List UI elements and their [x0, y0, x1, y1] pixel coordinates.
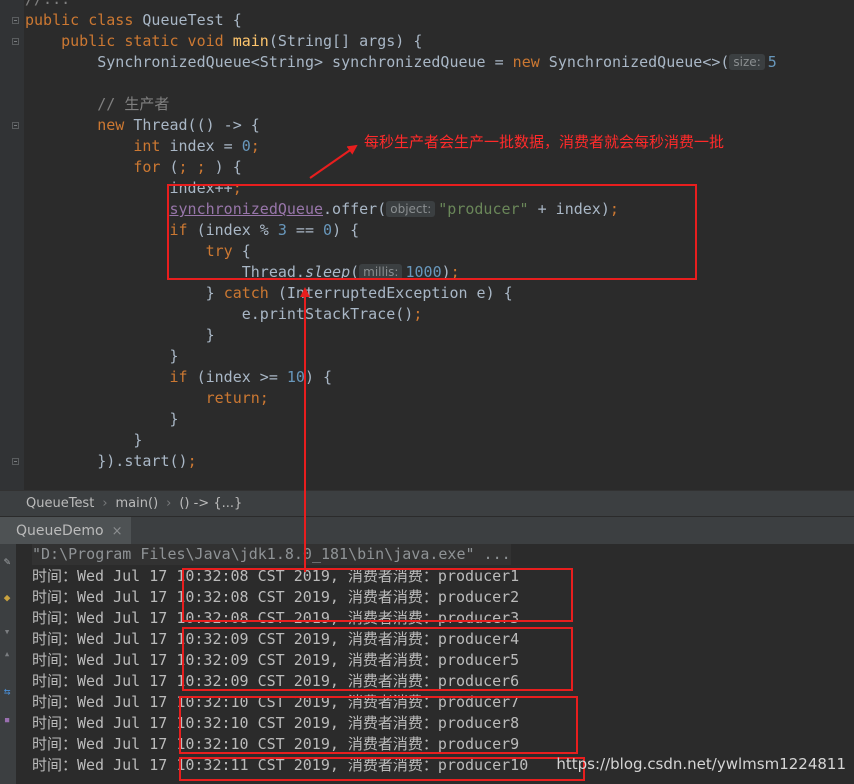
code-token: int: [25, 137, 170, 155]
console-toolbar: ✎ ◆ ▾ ▴ ⇆ ▪: [0, 544, 16, 784]
code-token: }).start(): [25, 452, 188, 470]
code-token: return;: [25, 389, 269, 407]
code-highlight-box: [167, 184, 697, 280]
console-output-line: 时间：Wed Jul 17 10:32:10 CST 2019, 消费者消费：p…: [32, 735, 520, 753]
code-token: 0: [241, 137, 251, 155]
breadcrumb-item-lambda[interactable]: () -> {...}: [179, 496, 242, 511]
fold-icon[interactable]: [12, 122, 19, 129]
console-output-line: 时间：Wed Jul 17 10:32:11 CST 2019, 消费者消费：p…: [32, 756, 529, 774]
fold-icon[interactable]: [12, 17, 19, 24]
settings-icon[interactable]: ◆: [0, 592, 14, 604]
code-token: QueueTest {: [142, 11, 242, 29]
tab-run-queuedemo[interactable]: QueueDemo ×: [0, 517, 131, 545]
console-output-line: 时间：Wed Jul 17 10:32:08 CST 2019, 消费者消费：p…: [32, 609, 520, 627]
code-token: new: [512, 53, 549, 71]
code-token: ; ;: [178, 158, 215, 176]
code-token: 10: [286, 368, 305, 386]
code-token: for: [25, 158, 170, 176]
code-token: }: [25, 431, 143, 449]
code-token: index =: [169, 137, 242, 155]
code-token: ;: [413, 305, 423, 323]
code-token: ;: [250, 137, 260, 155]
code-token: // 生产者: [25, 95, 170, 113]
code-line[interactable]: //...: [25, 0, 70, 10]
code-line[interactable]: // 生产者: [25, 94, 169, 115]
code-token: ) {: [304, 368, 333, 386]
chevron-right-icon: ›: [102, 496, 108, 511]
scroll-down-icon[interactable]: ▾: [0, 626, 14, 638]
code-line[interactable]: }: [25, 430, 142, 451]
console-command-line: "D:\Program Files\Java\jdk1.8.0_181\bin\…: [32, 544, 511, 565]
code-token: if: [25, 368, 197, 386]
up-icon[interactable]: ▴: [0, 648, 14, 660]
console-output-line: 时间：Wed Jul 17 10:32:09 CST 2019, 消费者消费：p…: [32, 651, 520, 669]
parameter-hint: size:: [729, 54, 765, 70]
code-token: public class: [25, 11, 143, 29]
code-line[interactable]: public class QueueTest {: [25, 10, 242, 31]
fold-icon[interactable]: [12, 458, 19, 465]
code-token: //...: [25, 0, 70, 8]
pin-icon[interactable]: ▪: [0, 714, 14, 726]
chevron-right-icon: ›: [166, 496, 172, 511]
code-line[interactable]: public static void main(String[] args) {: [25, 31, 422, 52]
console-output-line: 时间：Wed Jul 17 10:32:08 CST 2019, 消费者消费：p…: [32, 588, 520, 606]
code-token: 5: [767, 53, 777, 71]
code-line[interactable]: }).start();: [25, 451, 197, 472]
close-icon[interactable]: ×: [112, 524, 123, 539]
code-line[interactable]: }: [25, 409, 179, 430]
code-token: }: [25, 284, 224, 302]
console-output-line: 时间：Wed Jul 17 10:32:10 CST 2019, 消费者消费：p…: [32, 714, 520, 732]
code-line[interactable]: for (; ; ) {: [25, 157, 242, 178]
breadcrumb-item-class[interactable]: QueueTest: [26, 496, 94, 511]
editor-gutter: [0, 0, 24, 490]
code-line[interactable]: } catch (InterruptedException e) {: [25, 283, 513, 304]
console-output-line: 时间：Wed Jul 17 10:32:10 CST 2019, 消费者消费：p…: [32, 693, 520, 711]
code-line[interactable]: return;: [25, 388, 269, 409]
code-token: catch: [223, 284, 278, 302]
code-token: SynchronizedQueue<String> synchronizedQu…: [25, 53, 513, 71]
code-token: (InterruptedException e) {: [277, 284, 513, 302]
code-line[interactable]: SynchronizedQueue<String> synchronizedQu…: [25, 52, 777, 73]
console-output[interactable]: "D:\Program Files\Java\jdk1.8.0_181\bin\…: [16, 544, 854, 784]
console-output-line: 时间：Wed Jul 17 10:32:09 CST 2019, 消费者消费：p…: [32, 630, 520, 648]
console-output-line: 时间：Wed Jul 17 10:32:08 CST 2019, 消费者消费：p…: [32, 567, 520, 585]
code-token: (index >=: [196, 368, 287, 386]
code-token: ) {: [214, 158, 242, 176]
code-token: main: [232, 32, 269, 50]
breadcrumb-item-method[interactable]: main(): [116, 496, 159, 511]
annotation-note: 每秒生产者会生产一批数据，消费者就会每秒消费一批: [364, 133, 725, 151]
fold-icon[interactable]: [12, 38, 19, 45]
code-token: }: [25, 347, 179, 365]
code-token: e.printStackTrace(): [25, 305, 414, 323]
code-token: ;: [187, 452, 197, 470]
code-token: SynchronizedQueue<>(: [548, 53, 730, 71]
code-line[interactable]: }: [25, 346, 179, 367]
code-token: Thread(() -> {: [133, 116, 260, 134]
code-line[interactable]: }: [25, 325, 215, 346]
code-token: }: [25, 326, 215, 344]
run-tab-label: QueueDemo: [16, 523, 104, 539]
code-line[interactable]: e.printStackTrace();: [25, 304, 423, 325]
code-token: (String[] args) {: [268, 32, 423, 50]
watermark: https://blog.csdn.net/ywlmsm1224811: [556, 755, 846, 773]
breadcrumb: QueueTest › main() › () -> {...}: [0, 490, 854, 516]
code-line[interactable]: int index = 0;: [25, 136, 260, 157]
code-token: (: [169, 158, 179, 176]
code-token: new: [25, 116, 134, 134]
run-tool-window-header: QueueDemo ×: [0, 516, 854, 545]
code-token: public static void: [61, 32, 233, 50]
code-line[interactable]: if (index >= 10) {: [25, 367, 332, 388]
code-line[interactable]: new Thread(() -> {: [25, 115, 260, 136]
wrench-icon[interactable]: ✎: [0, 556, 14, 568]
console-output-line: 时间：Wed Jul 17 10:32:09 CST 2019, 消费者消费：p…: [32, 672, 520, 690]
code-token: }: [25, 410, 179, 428]
restore-layout-icon[interactable]: ⇆: [0, 686, 14, 698]
